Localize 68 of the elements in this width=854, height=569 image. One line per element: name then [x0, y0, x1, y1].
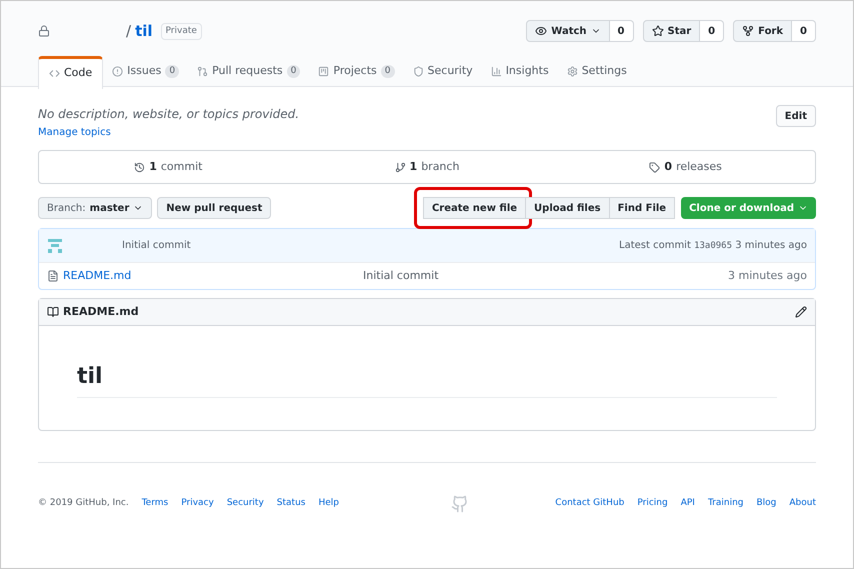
latest-commit-info: Latest commit 13a0965 3 minutes ago: [619, 238, 807, 253]
counter: 0: [380, 64, 395, 78]
counter: 0: [165, 64, 180, 78]
footer-link[interactable]: Terms: [142, 497, 168, 511]
repo-tab[interactable]: Code: [38, 56, 104, 88]
repo-tab[interactable]: Settings: [558, 56, 636, 88]
footer-link[interactable]: Pricing: [637, 497, 668, 511]
path-separator: /: [126, 21, 132, 42]
file-action-button[interactable]: Upload files: [525, 197, 610, 219]
commit-count-link[interactable]: 1 commit: [39, 158, 298, 176]
file-action-button[interactable]: Find File: [608, 197, 676, 219]
branch-select[interactable]: Branch: master: [38, 197, 152, 219]
shield-icon: [412, 66, 424, 77]
history-icon: [134, 162, 146, 172]
footer-link[interactable]: Blog: [756, 497, 776, 511]
board-icon: [318, 66, 330, 77]
footer-link[interactable]: Contact GitHub: [555, 497, 624, 511]
bar-chart-icon: [490, 66, 502, 77]
book-icon: [47, 306, 59, 318]
repo-tab[interactable]: Projects 0: [309, 56, 404, 88]
code-icon: [49, 68, 60, 79]
footer-link[interactable]: Training: [708, 497, 744, 511]
fork-button[interactable]: Fork: [733, 20, 792, 42]
star-icon: [652, 25, 664, 38]
footer-link[interactable]: About: [789, 497, 816, 511]
fork-icon: [742, 25, 754, 38]
pull-request-icon: [197, 66, 208, 77]
new-pull-request-button[interactable]: New pull request: [157, 197, 272, 219]
clone-button[interactable]: Clone or download: [681, 197, 816, 219]
counter: 0: [286, 64, 300, 78]
readme-title: README.md: [63, 304, 139, 320]
repo-tab[interactable]: Pull requests 0: [188, 56, 310, 88]
footer-link[interactable]: API: [680, 497, 695, 511]
manage-topics-link[interactable]: Manage topics: [38, 125, 816, 140]
commit-message: Initial commit: [363, 268, 439, 284]
lock-icon: [38, 25, 50, 38]
file-icon: [47, 270, 59, 282]
readme-heading: til: [77, 360, 777, 398]
repo-description: No description, website, or topics provided.: [38, 106, 300, 123]
repo-tab[interactable]: Security: [404, 56, 482, 88]
repo-name[interactable]: til: [135, 20, 153, 42]
private-label: Private: [160, 22, 202, 40]
count-label[interactable]: 0: [610, 20, 634, 42]
footer-link[interactable]: Status: [276, 497, 306, 511]
star-button[interactable]: Star: [642, 20, 700, 42]
file-time: 3 minutes ago: [728, 268, 807, 284]
eye-icon: [535, 25, 548, 38]
tag-icon: [649, 162, 660, 172]
branch-icon: [394, 162, 406, 172]
count-label[interactable]: 0: [792, 20, 816, 42]
avatar-icon: [47, 238, 63, 254]
release-count-link[interactable]: 0 releases: [556, 158, 815, 176]
file-link[interactable]: README.md: [63, 268, 363, 284]
settings-icon: [566, 66, 578, 77]
edit-button[interactable]: Edit: [776, 105, 816, 127]
repo-tab[interactable]: Issues 0: [103, 56, 188, 88]
alert-circle-icon: [112, 66, 124, 77]
commit-message[interactable]: Initial commit: [122, 238, 191, 253]
footer-link[interactable]: Help: [318, 497, 339, 511]
repo-tab[interactable]: Insights: [482, 56, 558, 88]
file-action-button[interactable]: Create new file: [422, 197, 526, 219]
count-label[interactable]: 0: [700, 20, 724, 42]
footer-link[interactable]: Privacy: [181, 497, 214, 511]
watch-button[interactable]: Watch: [526, 20, 610, 42]
footer-link[interactable]: Security: [226, 497, 264, 511]
copyright-text: © 2019 GitHub, Inc.: [38, 497, 129, 510]
branch-count-link[interactable]: 1 branch: [298, 158, 556, 176]
edit-icon[interactable]: [795, 306, 807, 318]
